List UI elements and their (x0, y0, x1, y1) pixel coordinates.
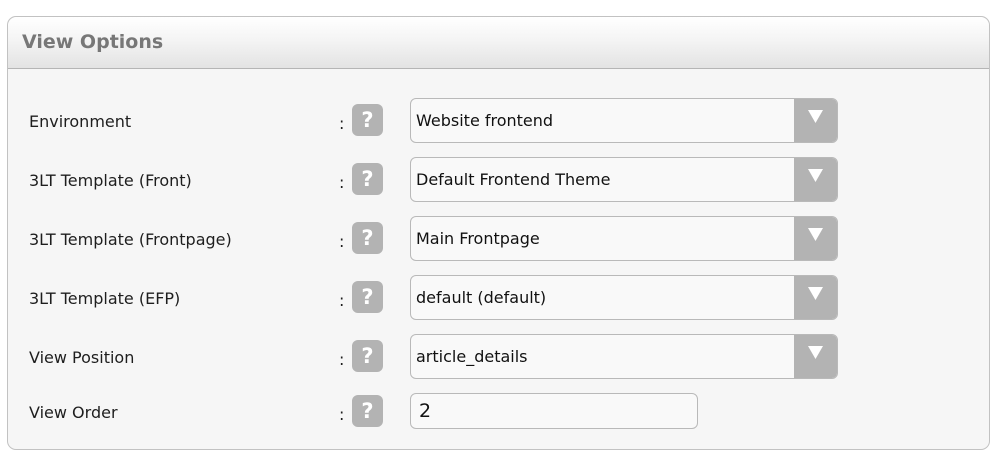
template-efp-label: 3LT Template (EFP) (29, 289, 181, 308)
question-mark-icon: ? (361, 285, 374, 309)
view-position-help-button[interactable]: ? (352, 340, 383, 372)
question-mark-icon: ? (361, 167, 374, 191)
template-front-selected-value: Default Frontend Theme (416, 170, 611, 189)
panel-header: View Options (8, 17, 989, 69)
question-mark-icon: ? (361, 344, 374, 368)
view-position-selected-value: article_details (416, 347, 528, 366)
question-mark-icon: ? (361, 399, 374, 423)
view-order-help-button[interactable]: ? (352, 395, 383, 427)
template-efp-row: 3LT Template (EFP) : ? default (default) (8, 275, 989, 321)
template-front-help-button[interactable]: ? (352, 163, 383, 195)
template-front-select[interactable]: Default Frontend Theme (410, 157, 838, 202)
environment-row: Environment : ? Website frontend (8, 98, 989, 144)
view-options-panel: View Options Environment : ? Website fro… (7, 16, 990, 450)
triangle-down-icon (808, 228, 823, 241)
view-order-input[interactable]: 2 (410, 393, 698, 429)
triangle-down-icon (808, 287, 823, 300)
template-front-label: 3LT Template (Front) (29, 171, 192, 190)
view-position-label: View Position (29, 348, 135, 367)
template-front-dropdown-button[interactable] (794, 158, 837, 201)
triangle-down-icon (808, 169, 823, 182)
triangle-down-icon (808, 110, 823, 123)
question-mark-icon: ? (361, 226, 374, 250)
template-frontpage-help-button[interactable]: ? (352, 222, 383, 254)
template-efp-select[interactable]: default (default) (410, 275, 838, 320)
template-frontpage-select[interactable]: Main Frontpage (410, 216, 838, 261)
template-efp-selected-value: default (default) (416, 288, 547, 307)
colon-separator: : (339, 173, 345, 192)
colon-separator: : (339, 232, 345, 251)
template-frontpage-selected-value: Main Frontpage (416, 229, 540, 248)
template-frontpage-row: 3LT Template (Frontpage) : ? Main Frontp… (8, 216, 989, 262)
colon-separator: : (339, 350, 345, 369)
triangle-down-icon (808, 346, 823, 359)
template-efp-help-button[interactable]: ? (352, 281, 383, 313)
environment-help-button[interactable]: ? (352, 104, 383, 136)
environment-selected-value: Website frontend (416, 111, 554, 130)
view-order-row: View Order : ? 2 (8, 393, 989, 439)
environment-label: Environment (29, 112, 132, 131)
template-efp-dropdown-button[interactable] (794, 276, 837, 319)
template-frontpage-label: 3LT Template (Frontpage) (29, 230, 232, 249)
question-mark-icon: ? (361, 108, 374, 132)
view-position-select[interactable]: article_details (410, 334, 838, 379)
environment-select[interactable]: Website frontend (410, 98, 838, 143)
template-frontpage-dropdown-button[interactable] (794, 217, 837, 260)
view-position-row: View Position : ? article_details (8, 334, 989, 380)
view-position-dropdown-button[interactable] (794, 335, 837, 378)
colon-separator: : (339, 405, 345, 424)
environment-dropdown-button[interactable] (794, 99, 837, 142)
colon-separator: : (339, 291, 345, 310)
template-front-row: 3LT Template (Front) : ? Default Fronten… (8, 157, 989, 203)
panel-title: View Options (22, 31, 164, 53)
colon-separator: : (339, 114, 345, 133)
view-order-label: View Order (29, 403, 118, 422)
